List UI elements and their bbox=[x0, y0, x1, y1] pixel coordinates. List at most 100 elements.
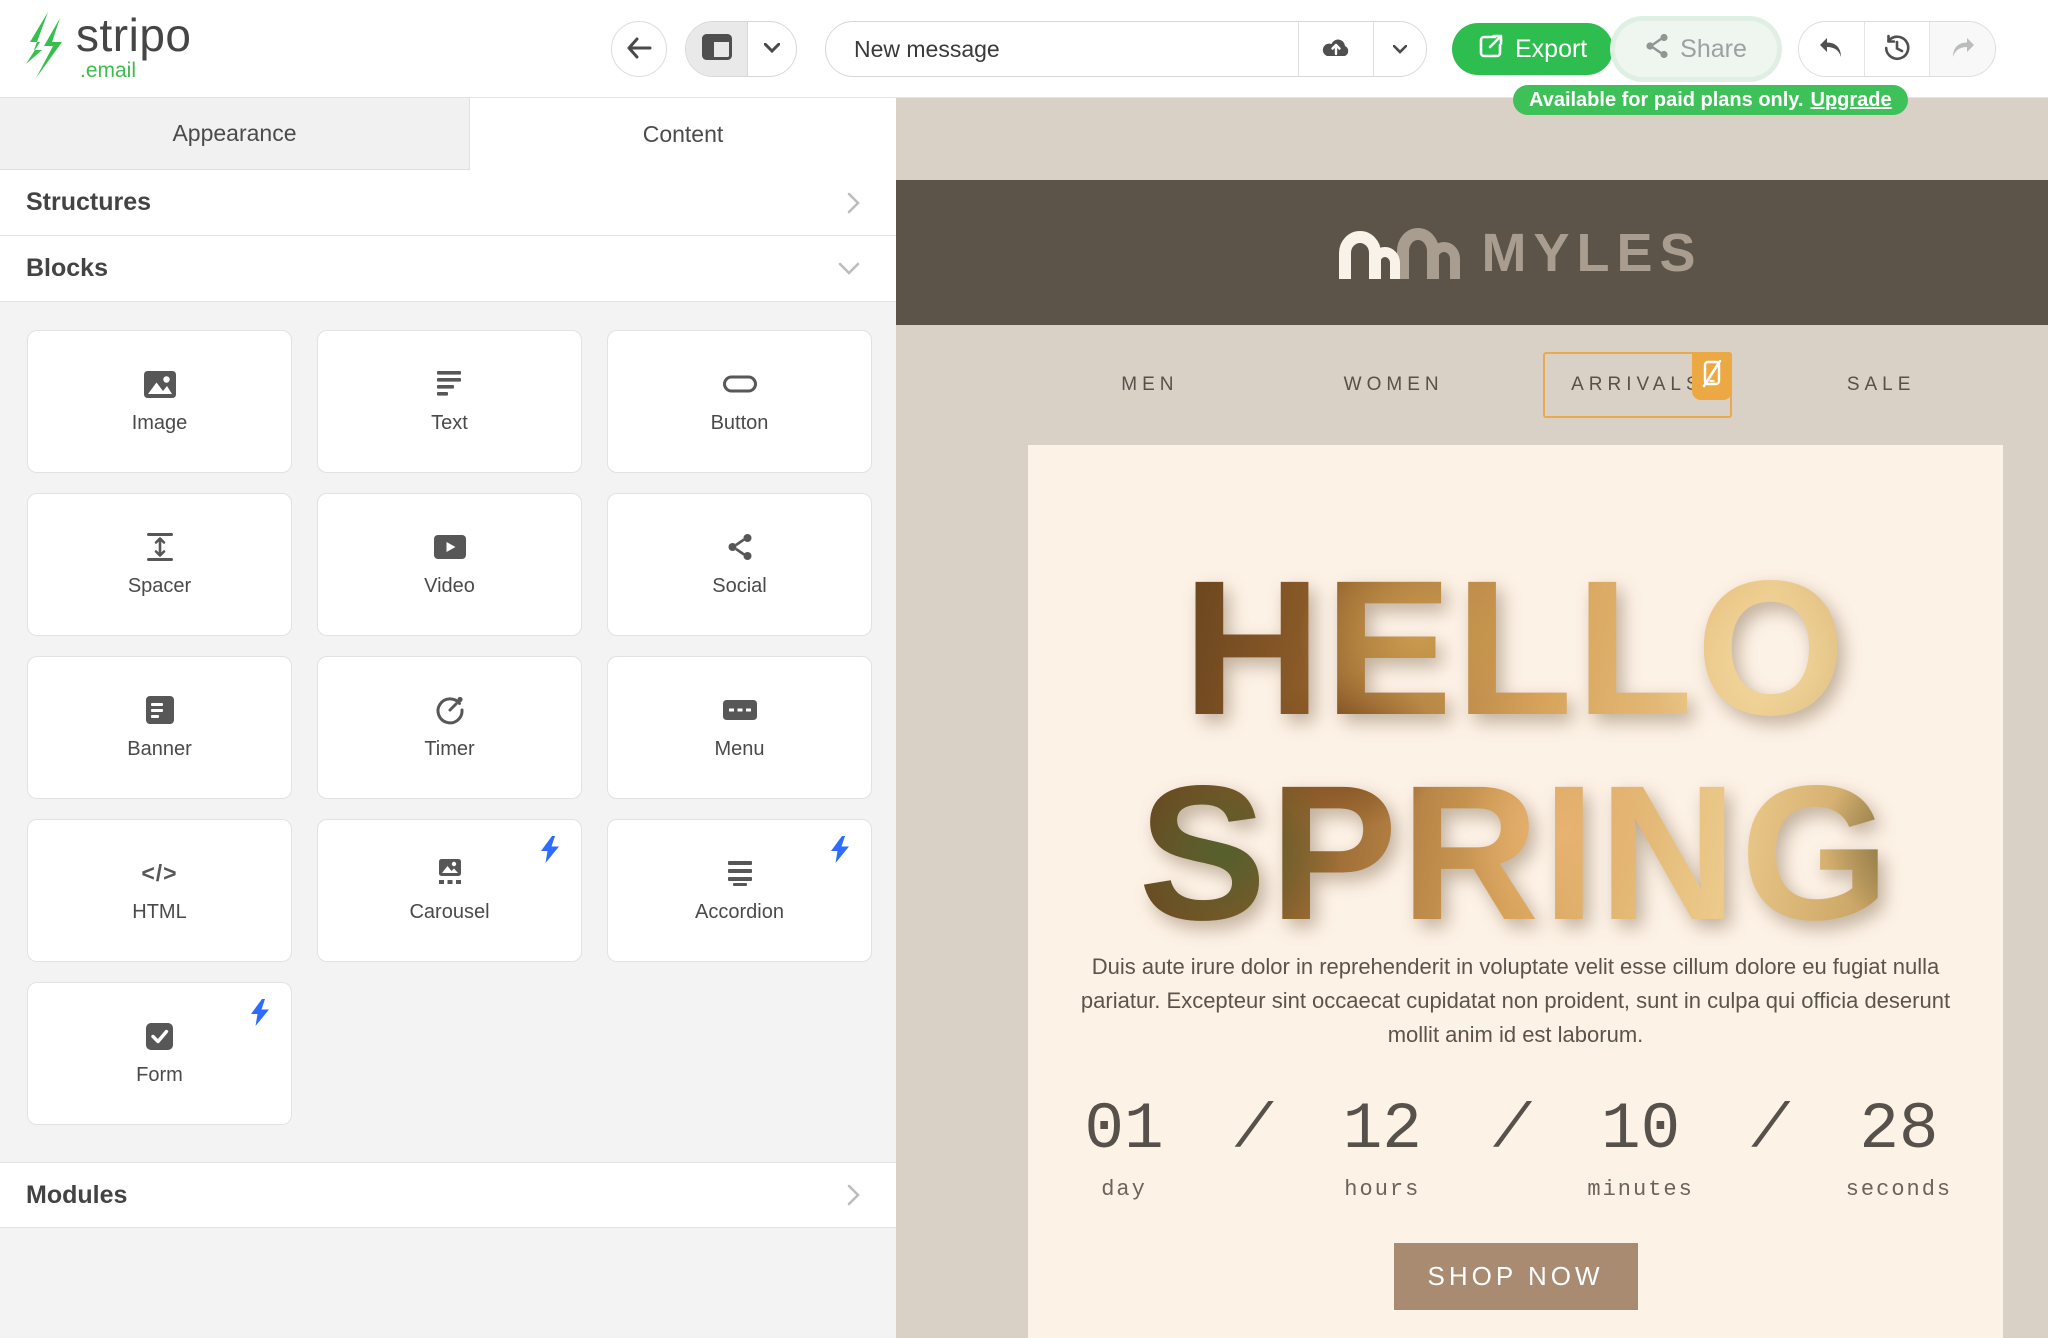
block-tile-text[interactable]: Text bbox=[317, 330, 582, 473]
section-blocks[interactable]: Blocks bbox=[0, 236, 896, 302]
video-play-icon bbox=[434, 531, 466, 563]
block-label: Menu bbox=[714, 738, 764, 761]
email-nav-arrivals: ARRIVALS bbox=[1571, 374, 1704, 395]
cloud-upload-icon bbox=[1320, 36, 1352, 63]
share-button-glow: Share bbox=[1610, 16, 1782, 82]
export-label: Export bbox=[1515, 35, 1587, 64]
share-label: Share bbox=[1680, 35, 1747, 64]
chevron-down-icon bbox=[838, 262, 860, 275]
chevron-down-icon bbox=[764, 40, 780, 58]
block-tile-spacer[interactable]: Spacer bbox=[27, 493, 292, 636]
block-label: Text bbox=[431, 412, 468, 435]
email-menu-block: MEN WOMEN ARRIVALS SALE bbox=[1028, 325, 2003, 445]
hidden-on-mobile-badge[interactable] bbox=[1692, 352, 1732, 400]
back-button[interactable] bbox=[611, 21, 667, 77]
countdown-unit-hours: 12 hours bbox=[1316, 1097, 1448, 1202]
block-tile-button[interactable]: Button bbox=[607, 330, 872, 473]
nav-col: ARRIVALS bbox=[1516, 352, 1760, 418]
history-clock-icon bbox=[1883, 34, 1911, 65]
history-controls bbox=[1798, 21, 1996, 77]
stripo-logo[interactable]: stripo .email bbox=[22, 12, 191, 83]
hero-heading-block[interactable]: HELLO SPRING bbox=[1028, 545, 2003, 956]
block-tile-carousel[interactable]: Carousel bbox=[317, 819, 582, 962]
share-icon bbox=[1645, 33, 1669, 66]
block-tile-video[interactable]: Video bbox=[317, 493, 582, 636]
hero-line-2: SPRING bbox=[1028, 750, 2003, 955]
modules-label: Modules bbox=[26, 1181, 127, 1210]
back-arrow-icon bbox=[626, 37, 652, 62]
email-nav-men[interactable]: MEN bbox=[1121, 374, 1178, 396]
block-label: Accordion bbox=[695, 901, 784, 924]
block-label: Image bbox=[132, 412, 188, 435]
section-structures[interactable]: Structures bbox=[0, 170, 896, 236]
chevron-right-icon bbox=[847, 1184, 860, 1206]
html-code-icon: </> bbox=[141, 857, 177, 889]
nav-col: WOMEN bbox=[1272, 374, 1516, 396]
block-label: Button bbox=[711, 412, 769, 435]
chevron-right-icon bbox=[847, 192, 860, 214]
block-label: Video bbox=[424, 575, 475, 598]
block-tile-banner[interactable]: Banner bbox=[27, 656, 292, 799]
layout-view-button[interactable] bbox=[686, 22, 748, 76]
paid-plans-tooltip: Available for paid plans only. Upgrade bbox=[1513, 85, 1908, 115]
block-tile-html[interactable]: </> HTML bbox=[27, 819, 292, 962]
countdown-unit-day: 01 day bbox=[1058, 1097, 1190, 1202]
countdown-separator: / bbox=[1235, 1097, 1272, 1202]
block-label: Carousel bbox=[409, 901, 489, 924]
timer-stopwatch-icon bbox=[435, 694, 465, 726]
export-button[interactable]: Export bbox=[1452, 23, 1613, 75]
block-tile-social[interactable]: Social bbox=[607, 493, 872, 636]
shop-now-button[interactable]: SHOP NOW bbox=[1394, 1243, 1638, 1310]
share-button[interactable]: Share bbox=[1615, 21, 1777, 77]
block-tile-menu[interactable]: Menu bbox=[607, 656, 872, 799]
email-nav-arrivals-selected[interactable]: ARRIVALS bbox=[1543, 352, 1732, 418]
layout-icon bbox=[702, 34, 732, 65]
history-button[interactable] bbox=[1864, 22, 1930, 76]
email-nav-women[interactable]: WOMEN bbox=[1344, 374, 1444, 396]
save-cloud-button[interactable] bbox=[1299, 22, 1373, 76]
stripo-editor: stripo .email bbox=[0, 0, 2048, 1338]
undo-icon bbox=[1817, 36, 1845, 63]
save-options-caret-button[interactable] bbox=[1374, 22, 1426, 76]
email-content-panel: HELLO SPRING Duis aute irure dolor in re… bbox=[1028, 445, 2003, 1338]
stripo-wordmark: stripo .email bbox=[76, 12, 191, 81]
view-mode-control bbox=[685, 21, 797, 77]
message-title-input[interactable] bbox=[826, 36, 1298, 63]
block-tile-timer[interactable]: Timer bbox=[317, 656, 582, 799]
spacer-icon bbox=[145, 531, 175, 563]
upgrade-link[interactable]: Upgrade bbox=[1811, 89, 1892, 112]
message-title-control bbox=[825, 21, 1427, 77]
accordion-icon bbox=[727, 857, 753, 889]
block-tile-accordion[interactable]: Accordion bbox=[607, 819, 872, 962]
tab-content[interactable]: Content bbox=[470, 98, 896, 170]
structures-label: Structures bbox=[26, 188, 151, 217]
countdown-value: 12 bbox=[1316, 1097, 1448, 1163]
brand-suffix: .email bbox=[76, 60, 191, 81]
block-tile-form[interactable]: Form bbox=[27, 982, 292, 1125]
redo-button[interactable] bbox=[1929, 22, 1995, 76]
blocks-grid: Image Text Button Spacer bbox=[27, 330, 872, 1125]
undo-button[interactable] bbox=[1799, 22, 1864, 76]
countdown-timer-block[interactable]: 01 day / 12 hours / 10 minutes / 28 seco… bbox=[1028, 1097, 2003, 1202]
redo-icon bbox=[1949, 36, 1977, 63]
tooltip-text: Available for paid plans only. bbox=[1529, 89, 1804, 112]
tab-appearance[interactable]: Appearance bbox=[0, 98, 470, 170]
banner-icon bbox=[146, 694, 174, 726]
block-tile-image[interactable]: Image bbox=[27, 330, 292, 473]
countdown-separator: / bbox=[1493, 1097, 1530, 1202]
myles-logo-icon bbox=[1331, 219, 1463, 286]
topbar: stripo .email bbox=[0, 0, 2048, 98]
email-header-block[interactable]: MYLES bbox=[896, 180, 2048, 325]
chevron-down-icon bbox=[1393, 42, 1407, 57]
body-text-block[interactable]: Duis aute irure dolor in reprehenderit i… bbox=[1076, 950, 1955, 1052]
email-nav-sale[interactable]: SALE bbox=[1847, 374, 1916, 396]
carousel-icon bbox=[436, 857, 464, 889]
export-icon bbox=[1478, 33, 1504, 66]
email-canvas[interactable]: MYLES MEN WOMEN ARRIVALS SALE bbox=[896, 98, 2048, 1338]
countdown-value: 10 bbox=[1575, 1097, 1707, 1163]
section-modules[interactable]: Modules bbox=[0, 1162, 896, 1228]
block-label: Social bbox=[712, 575, 766, 598]
layout-caret-button[interactable] bbox=[748, 22, 796, 76]
block-label: Banner bbox=[127, 738, 192, 761]
image-icon bbox=[144, 368, 176, 400]
